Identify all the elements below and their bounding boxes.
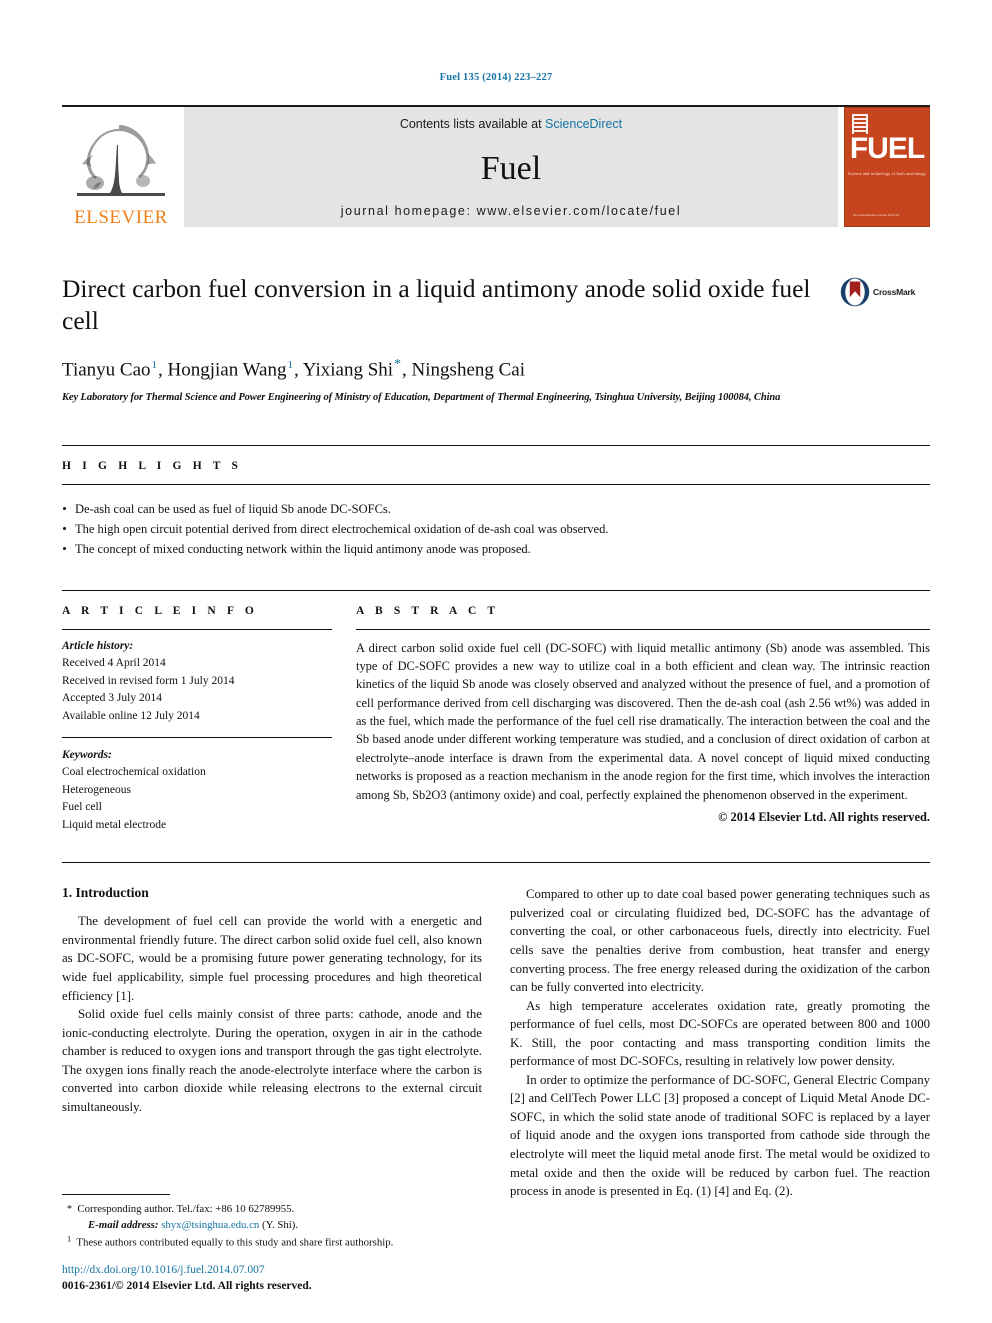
elsevier-logo: ELSEVIER xyxy=(62,107,180,227)
article-info-column: A R T I C L E I N F O Article history: R… xyxy=(62,605,350,835)
author-name: Ningsheng Cai xyxy=(411,359,526,381)
keyword-item: Liquid metal electrode xyxy=(62,818,167,831)
abstract-text: A direct carbon solid oxide fuel cell (D… xyxy=(356,640,930,802)
cover-elsevier-mark xyxy=(852,114,868,134)
affiliation: Key Laboratory for Thermal Science and P… xyxy=(62,391,781,403)
highlights-label: H I G H L I G H T S xyxy=(62,459,243,472)
issn-copyright: 0016-2361/© 2014 Elsevier Ltd. All right… xyxy=(62,1280,312,1293)
history-online: Available online 12 July 2014 xyxy=(62,709,200,722)
footnote-equal-contribution: 1 These authors contributed equally to t… xyxy=(62,1233,482,1251)
keywords-heading: Keywords: xyxy=(62,748,112,761)
title-block: Direct carbon fuel conversion in a liqui… xyxy=(62,273,930,338)
keywords-block: Keywords: Coal electrochemical oxidation… xyxy=(62,747,332,834)
paragraph: As high temperature accelerates oxidatio… xyxy=(510,997,930,1071)
paragraph-text: The development of fuel cell can provide… xyxy=(62,914,482,1003)
history-accepted: Accepted 3 July 2014 xyxy=(62,692,162,705)
info-abstract-section: A R T I C L E I N F O Article history: R… xyxy=(62,589,930,835)
sciencedirect-link[interactable]: ScienceDirect xyxy=(545,117,622,131)
keyword-item: Heterogeneous xyxy=(62,783,131,796)
cover-footer-text: An International Journal Elsevier xyxy=(853,212,900,217)
body-divider xyxy=(62,862,930,864)
email-link[interactable]: shyx@tsinghua.edu.cn xyxy=(161,1219,259,1231)
abstract-divider xyxy=(356,628,930,630)
paragraph-text: Solid oxide fuel cells mainly consist of… xyxy=(62,1007,482,1114)
asterisk-marker: * xyxy=(67,1204,72,1216)
footnote-rule xyxy=(62,1194,170,1196)
footnotes-block: * Corresponding author. Tel./fax: +86 10… xyxy=(62,1194,482,1251)
abstract-column: A B S T R A C T A direct carbon solid ox… xyxy=(350,605,930,835)
corresponding-author-marker: * xyxy=(394,356,402,372)
paragraph-text: Compared to other up to date coal based … xyxy=(510,887,930,995)
author-sup: 1 xyxy=(287,358,293,371)
author-sup: 1 xyxy=(151,358,158,371)
list-item: The high open circuit potential derived … xyxy=(62,519,930,539)
crossmark-icon xyxy=(840,277,870,307)
cover-wordmark: FUEL xyxy=(849,132,925,165)
journal-cover-image: FUEL Science and technology of fuels and… xyxy=(844,107,930,227)
doi-block: http://dx.doi.org/10.1016/j.fuel.2014.07… xyxy=(62,1262,522,1295)
highlights-divider xyxy=(62,483,930,485)
author-list: Tianyu Cao1, Hongjian Wang1, Yixiang Shi… xyxy=(62,356,526,381)
article-history-block: Article history: Received 4 April 2014 R… xyxy=(62,638,332,725)
keyword-item: Fuel cell xyxy=(62,801,102,814)
author-name: Hongjian Wang xyxy=(167,359,287,381)
paragraph: In order to optimize the performance of … xyxy=(510,1071,930,1201)
highlights-section: H I G H L I G H T S De-ash coal can be u… xyxy=(62,444,930,560)
cover-subtitle: Science and technology of fuels and ener… xyxy=(847,171,927,176)
highlights-list: De-ash coal can be used as fuel of liqui… xyxy=(62,499,930,560)
body-columns: 1. Introduction The development of fuel … xyxy=(62,885,930,1200)
keyword-item: Coal electrochemical oxidation xyxy=(62,766,206,779)
footnote-marker-one: 1 xyxy=(67,1234,72,1244)
keywords-divider xyxy=(62,736,332,738)
paper-page: Fuel 135 (2014) 223–227 ELSEVIER Content… xyxy=(0,0,992,1323)
paragraph-text: In order to optimize the performance of … xyxy=(510,1072,930,1199)
article-info-label: A R T I C L E I N F O xyxy=(62,604,258,617)
title-text-wrap: Direct carbon fuel conversion in a liqui… xyxy=(62,273,840,338)
doi-link[interactable]: http://dx.doi.org/10.1016/j.fuel.2014.07… xyxy=(62,1262,522,1279)
elsevier-wordmark: ELSEVIER xyxy=(74,207,168,228)
footnote-email: E-mail address: shyx@tsinghua.edu.cn (Y.… xyxy=(62,1217,482,1233)
crossmark-label: CrossMark xyxy=(873,287,916,297)
elsevier-tree-icon xyxy=(77,125,165,196)
crossmark-badge[interactable]: CrossMark xyxy=(840,273,930,307)
body-right-column: Compared to other up to date coal based … xyxy=(510,885,930,1200)
article-info-divider xyxy=(62,628,332,630)
email-owner: (Y. Shi). xyxy=(262,1219,299,1232)
paragraph: The development of fuel cell can provide… xyxy=(62,912,482,1005)
list-item: De-ash coal can be used as fuel of liqui… xyxy=(62,499,930,519)
journal-homepage[interactable]: journal homepage: www.elsevier.com/locat… xyxy=(341,204,681,218)
paragraph-text: As high temperature accelerates oxidatio… xyxy=(510,998,930,1069)
email-label: E-mail address: xyxy=(88,1219,159,1232)
history-revised: Received in revised form 1 July 2014 xyxy=(62,674,235,687)
author-name: Tianyu Cao xyxy=(62,359,151,381)
article-history-heading: Article history: xyxy=(62,639,134,652)
body-left-column: 1. Introduction The development of fuel … xyxy=(62,885,482,1200)
running-head: Fuel 135 (2014) 223–227 xyxy=(439,72,553,83)
author-name: Yixiang Shi xyxy=(302,359,394,381)
section-heading-introduction: 1. Introduction xyxy=(62,885,149,901)
footnote-text: Corresponding author. Tel./fax: +86 10 6… xyxy=(77,1203,295,1216)
paragraph: Solid oxide fuel cells mainly consist of… xyxy=(62,1005,482,1116)
contents-prefix: Contents lists available at xyxy=(399,117,546,131)
journal-masthead: ELSEVIER Contents lists available at Sci… xyxy=(62,105,930,227)
page-title: Direct carbon fuel conversion in a liqui… xyxy=(62,274,811,336)
contents-available-line: Contents lists available at ScienceDirec… xyxy=(400,117,622,131)
footnote-corresponding: * Corresponding author. Tel./fax: +86 10… xyxy=(62,1201,482,1217)
masthead-center: Contents lists available at ScienceDirec… xyxy=(184,107,838,227)
footnote-text: These authors contributed equally to thi… xyxy=(76,1236,394,1249)
abstract-label: A B S T R A C T xyxy=(356,604,500,617)
paragraph: Compared to other up to date coal based … xyxy=(510,885,930,996)
journal-title: Fuel xyxy=(480,149,542,187)
history-received: Received 4 April 2014 xyxy=(62,657,166,670)
abstract-copyright: © 2014 Elsevier Ltd. All rights reserved… xyxy=(718,809,930,824)
list-item: The concept of mixed conducting network … xyxy=(62,539,930,559)
